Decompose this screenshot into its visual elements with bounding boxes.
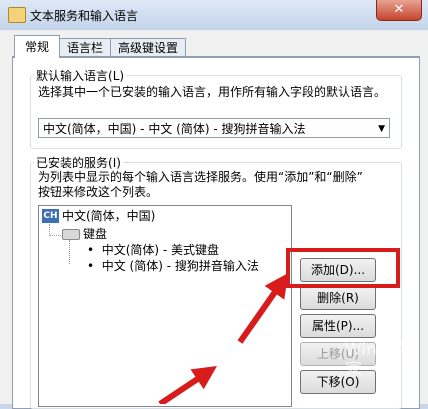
arrow-to-add	[237, 273, 289, 344]
watermark: Win7 之家	[345, 340, 411, 380]
tab-general[interactable]: 常规	[14, 35, 60, 58]
arrow-lower	[158, 366, 217, 404]
